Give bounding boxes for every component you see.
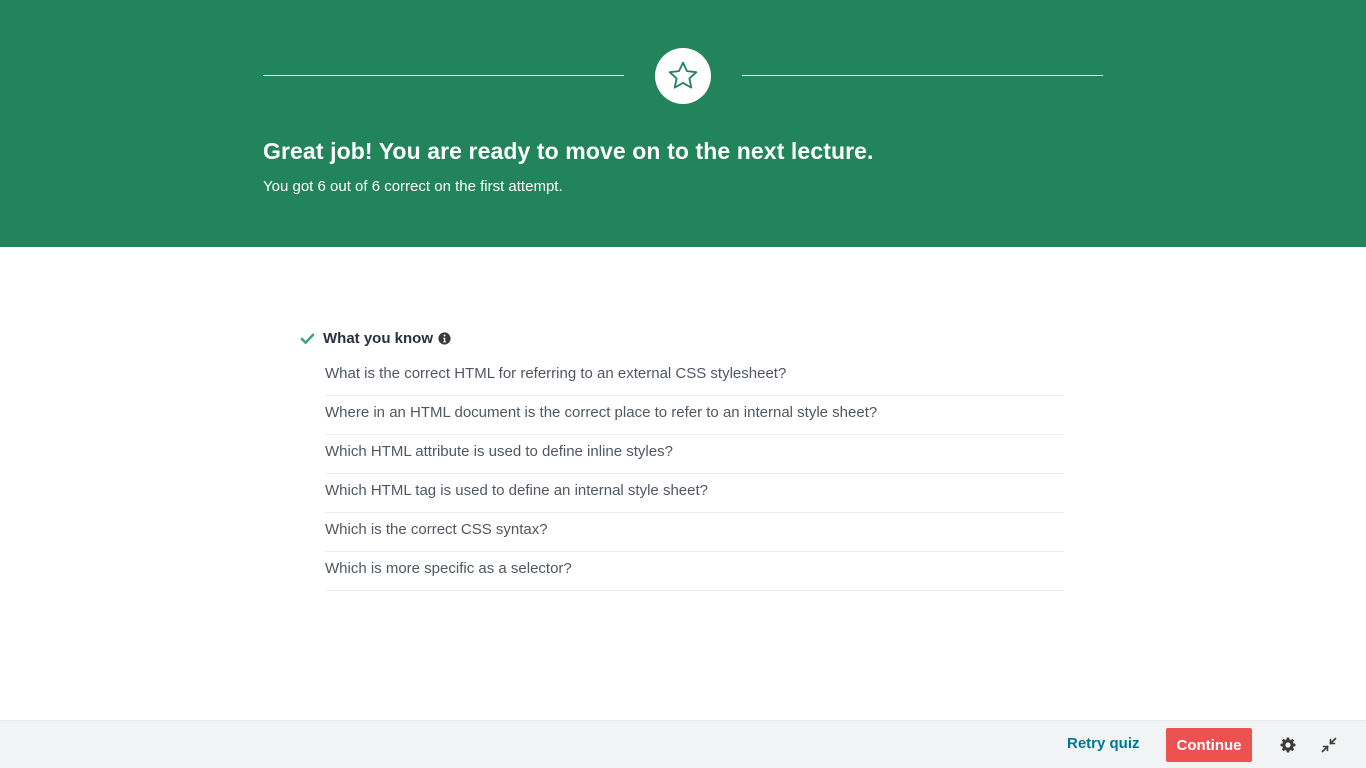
info-icon[interactable] bbox=[438, 331, 451, 345]
continue-button[interactable]: Continue bbox=[1166, 728, 1252, 762]
what-you-know-section: What you know What is the correct HTML f… bbox=[300, 327, 1064, 591]
question-item: What is the correct HTML for referring t… bbox=[325, 357, 1064, 396]
what-you-know-title: What you know bbox=[323, 329, 433, 347]
results-score-text: You got 6 out of 6 correct on the first … bbox=[263, 178, 563, 195]
footer-toolbar: Retry quiz Continue bbox=[0, 720, 1366, 768]
check-icon bbox=[300, 331, 315, 346]
banner-divider-right bbox=[742, 75, 1103, 76]
question-item: Which HTML attribute is used to define i… bbox=[325, 435, 1064, 474]
star-badge bbox=[655, 48, 711, 104]
question-list: What is the correct HTML for referring t… bbox=[325, 357, 1064, 591]
retry-quiz-button[interactable]: Retry quiz bbox=[1067, 735, 1140, 752]
question-item: Which HTML tag is used to define an inte… bbox=[325, 474, 1064, 513]
banner-divider-left bbox=[263, 75, 624, 76]
question-item: Where in an HTML document is the correct… bbox=[325, 396, 1064, 435]
star-icon bbox=[668, 61, 698, 89]
what-you-know-header: What you know bbox=[300, 327, 1064, 349]
compress-icon[interactable] bbox=[1321, 737, 1337, 753]
results-headline: Great job! You are ready to move on to t… bbox=[263, 138, 874, 164]
question-item: Which is the correct CSS syntax? bbox=[325, 513, 1064, 552]
gear-icon[interactable] bbox=[1280, 737, 1296, 753]
question-item: Which is more specific as a selector? bbox=[325, 552, 1064, 591]
results-banner: Great job! You are ready to move on to t… bbox=[0, 0, 1366, 247]
